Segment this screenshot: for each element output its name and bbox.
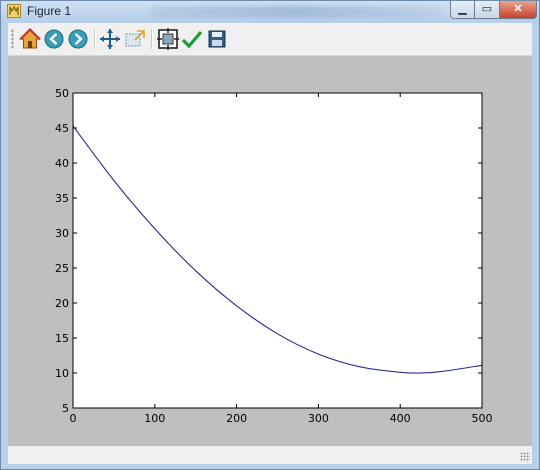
y-tick-label: 10: [55, 367, 69, 380]
y-tick-label: 30: [55, 227, 69, 240]
zoom-button[interactable]: [123, 27, 147, 51]
window-title: Figure 1: [27, 4, 72, 18]
y-tick-label: 15: [55, 332, 69, 345]
y-tick-label: 5: [62, 402, 69, 415]
resize-grip[interactable]: [520, 452, 530, 462]
axes-background: [73, 93, 482, 408]
x-tick-label: 0: [70, 412, 77, 425]
forward-button[interactable]: [66, 27, 90, 51]
plot-svg: 0 100 200 300 400 500 5 10 15 20 25 30 35 40 45 50: [55, 87, 493, 425]
zoom-rect-icon: [125, 30, 145, 47]
floppy-disk-icon: [208, 30, 226, 48]
y-tick-label: 50: [55, 87, 69, 100]
x-tick-label: 300: [308, 412, 329, 425]
close-button[interactable]: ✕: [500, 1, 537, 19]
minimize-button[interactable]: ▁: [450, 1, 475, 19]
back-button[interactable]: [42, 27, 66, 51]
figure-canvas[interactable]: 0 100 200 300 400 500 5 10 15 20 25 30 35 40 45 50: [8, 56, 532, 446]
matplotlib-app-icon: [7, 4, 21, 18]
toolbar-grip[interactable]: [11, 29, 14, 49]
y-tick-label: 45: [55, 122, 69, 135]
maximize-button[interactable]: ▭: [475, 1, 500, 19]
edit-parameters-button[interactable]: [180, 27, 204, 51]
y-tick-label: 40: [55, 157, 69, 170]
subplots-configure-icon: [157, 28, 179, 50]
status-bar: [8, 446, 532, 464]
home-icon: [19, 27, 41, 49]
x-tick-label: 100: [144, 412, 165, 425]
back-arrow-icon: [44, 29, 64, 49]
title-bar[interactable]: Figure 1 ▁ ▭ ✕: [1, 1, 539, 22]
navigation-toolbar: [8, 23, 532, 56]
toolbar-separator: [151, 29, 153, 49]
pan-move-icon: [100, 29, 120, 49]
subplots-button[interactable]: [156, 27, 180, 51]
y-tick-label: 20: [55, 297, 69, 310]
y-tick-label: 35: [55, 192, 69, 205]
x-tick-label: 400: [390, 412, 411, 425]
checkmark-icon: [181, 30, 203, 49]
home-button[interactable]: [18, 27, 42, 51]
x-tick-label: 200: [226, 412, 247, 425]
save-button[interactable]: [205, 27, 229, 51]
x-tick-label: 500: [472, 412, 493, 425]
forward-arrow-icon: [68, 29, 88, 49]
toolbar-separator: [94, 29, 96, 49]
y-tick-label: 25: [55, 262, 69, 275]
pan-button[interactable]: [98, 27, 122, 51]
background-window-blur: [151, 6, 441, 18]
figure-window: Figure 1 ▁ ▭ ✕ 0 100 200 300 400 500 5 1…: [0, 0, 540, 470]
